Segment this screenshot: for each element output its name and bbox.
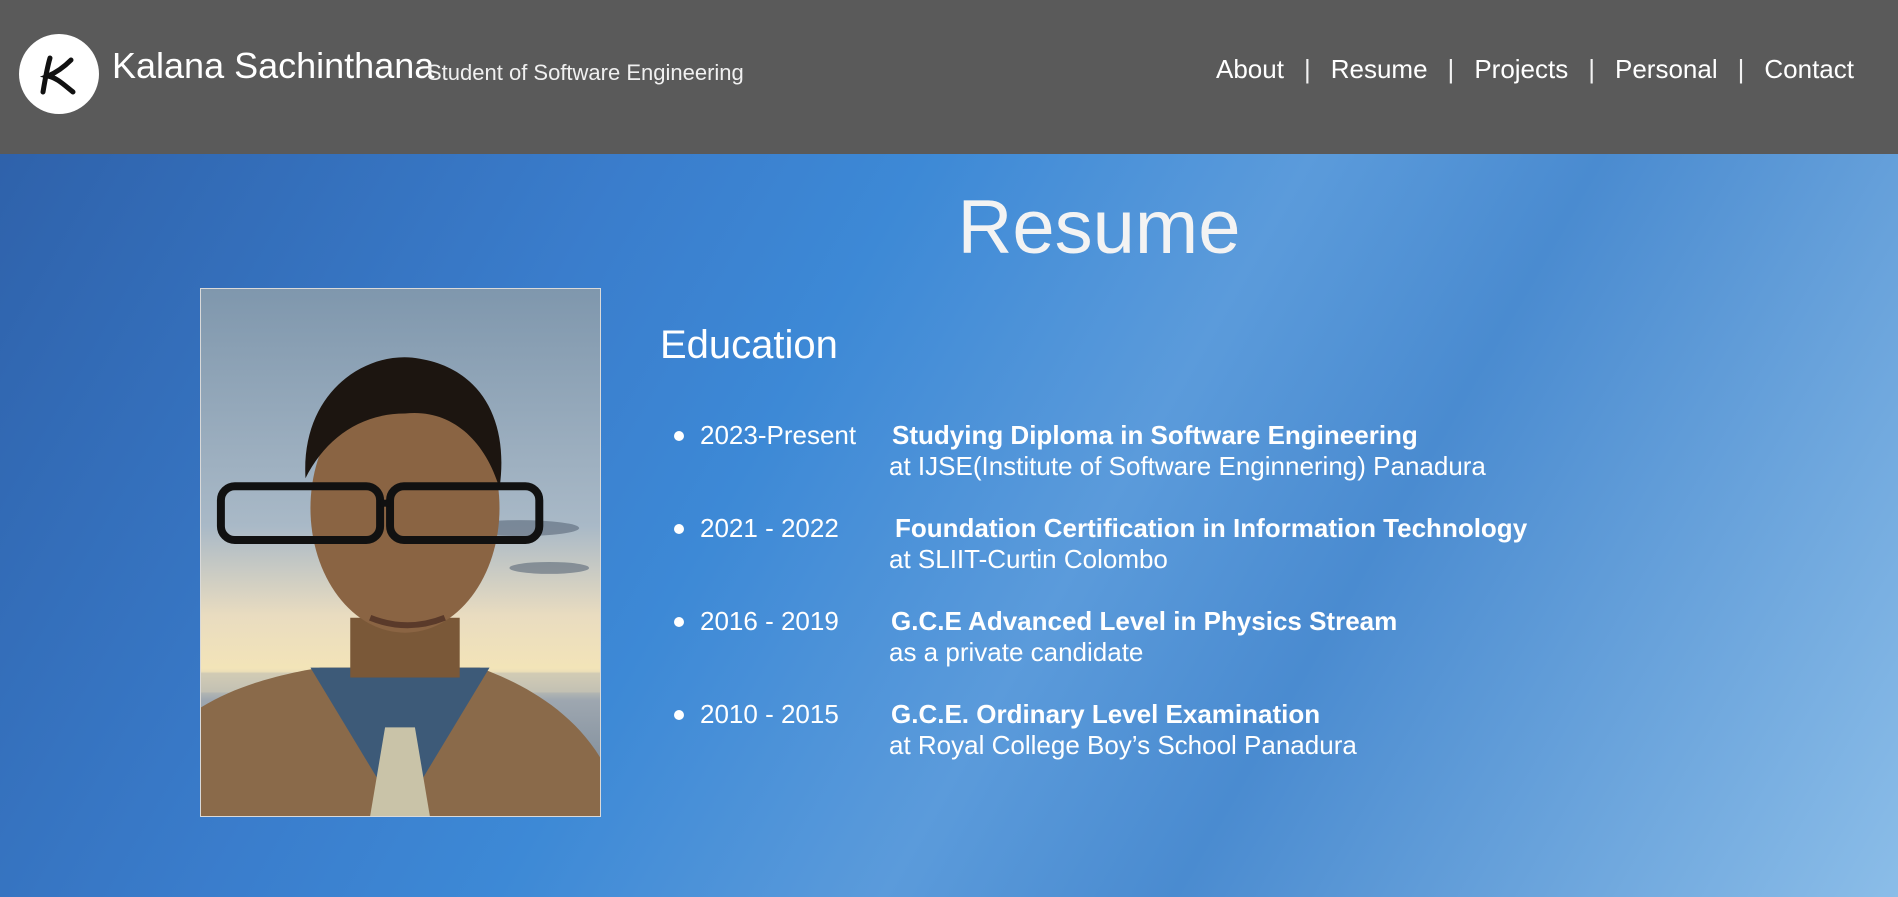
education-period: 2016 - 2019 xyxy=(700,606,839,636)
nav-resume[interactable]: Resume xyxy=(1331,56,1428,82)
education-institution: as a private candidate xyxy=(889,637,1144,667)
bullet-icon xyxy=(674,617,684,627)
bullet-icon xyxy=(674,431,684,441)
education-period: 2010 - 2015 xyxy=(700,699,839,729)
bullet-icon xyxy=(674,710,684,720)
nav-personal[interactable]: Personal xyxy=(1615,56,1718,82)
logo[interactable] xyxy=(19,34,99,114)
resume-page: Kalana Sachinthana Student of Software E… xyxy=(0,0,1898,897)
nav-separator: | xyxy=(1303,54,1311,84)
nav-projects[interactable]: Projects xyxy=(1474,56,1568,82)
site-tagline: Student of Software Engineering xyxy=(427,60,744,85)
nav-separator: | xyxy=(1588,54,1595,84)
k-logo-icon xyxy=(39,55,76,95)
site-owner-name[interactable]: Kalana Sachinthana xyxy=(112,48,434,84)
bullet-icon xyxy=(674,524,684,534)
education-degree: Foundation Certification in Information … xyxy=(895,513,1528,543)
nav-about[interactable]: About xyxy=(1216,56,1284,82)
education-period: 2023-Present xyxy=(700,420,857,450)
nav-separator: | xyxy=(1737,54,1745,84)
education-period: 2021 - 2022 xyxy=(700,513,839,543)
education-institution: at IJSE(Institute of Software Enginnerin… xyxy=(889,451,1486,481)
nav-contact[interactable]: Contact xyxy=(1764,56,1854,82)
education-degree: G.C.E. Ordinary Level Examination xyxy=(891,699,1321,729)
education-institution: at SLIIT-Curtin Colombo xyxy=(889,544,1168,574)
page-title: Resume xyxy=(957,185,1241,270)
nav-separator: | xyxy=(1447,54,1455,84)
education-degree: Studying Diploma in Software Engineering xyxy=(892,420,1418,450)
section-heading-education: Education xyxy=(660,323,838,367)
education-degree: G.C.E Advanced Level in Physics Stream xyxy=(891,606,1398,636)
site-header: Kalana Sachinthana Student of Software E… xyxy=(0,0,1898,154)
main-nav: About | Resume | Projects | Personal | C… xyxy=(1216,56,1854,82)
education-institution: at Royal College Boy’s School Panadura xyxy=(889,730,1357,760)
profile-photo xyxy=(200,288,601,817)
